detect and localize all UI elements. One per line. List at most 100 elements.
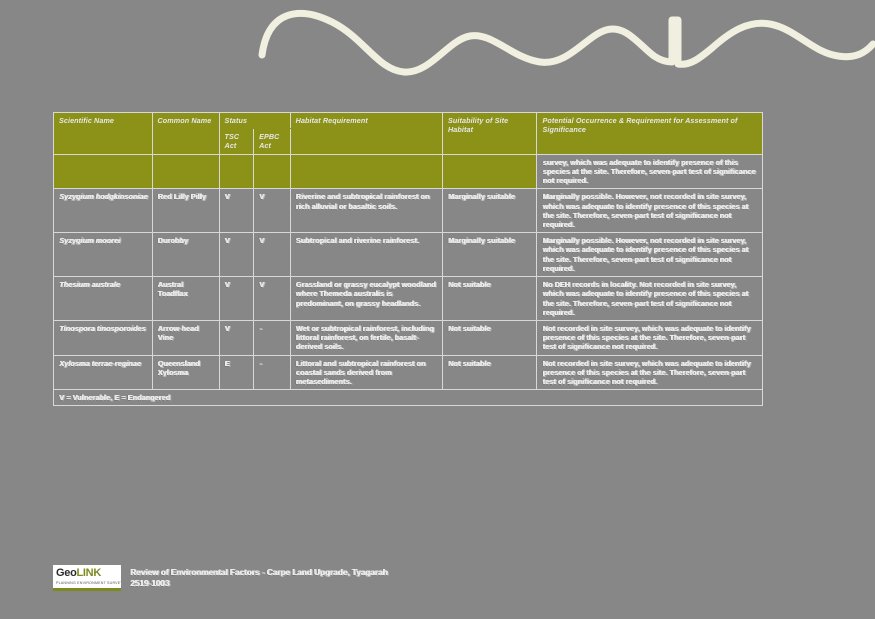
scientific-name-text: Tinospora tinosporoides bbox=[59, 323, 146, 333]
cell-potential-occurrence: No DEH records in locality. Not recorded… bbox=[536, 276, 763, 321]
suitability-text: Marginally suitable bbox=[448, 192, 515, 202]
cell-scientific-name: Thesium australe bbox=[53, 276, 153, 321]
cell-habitat-requirement: Grassland or grassy eucalypt woodland wh… bbox=[289, 276, 444, 321]
overflow-occurrence-text: survey, which was adequate to identify p… bbox=[542, 157, 756, 186]
overflow-cell-suitability bbox=[442, 154, 538, 190]
squiggle-wave-icon bbox=[258, 9, 875, 76]
scientific-name-text: Thesium australe bbox=[59, 280, 120, 290]
occurrence-text: Marginally possible. However, not record… bbox=[542, 192, 748, 229]
column-header-common-name: Common Name bbox=[151, 112, 220, 155]
cell-habitat-requirement: Wet or subtropical rainforest, including… bbox=[289, 319, 444, 356]
table-header: Scientific Name Common Name Status Habit… bbox=[53, 111, 763, 155]
tsc-status-text: V bbox=[224, 323, 230, 333]
cell-habitat-requirement: Littoral and subtropical rainforest on c… bbox=[289, 354, 444, 391]
table-row: Syzygium moorei Durobby V V Subtropical … bbox=[53, 232, 763, 278]
cell-suitability: Marginally suitable bbox=[442, 188, 538, 234]
epbc-status-text: V bbox=[259, 236, 264, 246]
geolink-logo: GeoLINK PLANNING ENVIRONMENT SURVEY DESI… bbox=[53, 565, 121, 591]
column-header-habitat-requirement: Habitat Requirement bbox=[289, 112, 444, 155]
overflow-cell-scientific-name bbox=[53, 154, 153, 190]
column-header-epbc-act: EPBC Act bbox=[253, 128, 291, 155]
column-header-tsc-act: TSC Act bbox=[218, 128, 255, 155]
cell-habitat-requirement: Subtropical and riverine rainforest. bbox=[289, 232, 444, 278]
cell-scientific-name: Xylosma terrae-reginae bbox=[53, 354, 153, 391]
logo-tagline: PLANNING ENVIRONMENT SURVEY DESIGN bbox=[56, 581, 121, 585]
epbc-status-text: V bbox=[259, 192, 264, 202]
common-name-text: Austral Toadflax bbox=[157, 280, 188, 299]
habitat-text: Grassland or grassy eucalypt woodland wh… bbox=[295, 280, 436, 308]
common-name-text: Arrow-head Vine bbox=[157, 323, 199, 343]
cell-common-name: Red Lilly Pilly bbox=[151, 188, 220, 234]
cell-footnote: V = Vulnerable, E = Endangered bbox=[53, 389, 763, 407]
cell-epbc-act: V bbox=[253, 232, 291, 278]
cell-tsc-act: V bbox=[218, 232, 255, 278]
table-row-overflow: survey, which was adequate to identify p… bbox=[53, 154, 763, 190]
species-assessment-table-container: Scientific Name Common Name Status Habit… bbox=[53, 111, 763, 407]
suitability-text: Not suitable bbox=[448, 358, 491, 368]
cell-suitability: Marginally suitable bbox=[442, 232, 538, 278]
scientific-name-text: Xylosma terrae-reginae bbox=[59, 358, 141, 368]
cell-potential-occurrence: Marginally possible. However, not record… bbox=[536, 232, 763, 278]
occurrence-text: Marginally possible. However, not record… bbox=[542, 236, 748, 273]
epbc-status-text: - bbox=[259, 358, 262, 368]
common-name-text: Red Lilly Pilly bbox=[157, 192, 206, 202]
common-name-text: Queensland Xylosma bbox=[157, 358, 200, 377]
overflow-cell-common-name bbox=[151, 154, 220, 190]
scientific-name-text: Syzygium moorei bbox=[59, 236, 121, 246]
habitat-text: Littoral and subtropical rainforest on c… bbox=[295, 358, 426, 387]
cell-tsc-act: V bbox=[218, 319, 255, 356]
column-header-scientific-name: Scientific Name bbox=[53, 112, 153, 155]
overflow-cell-habitat bbox=[289, 154, 444, 190]
cell-scientific-name: Tinospora tinosporoides bbox=[53, 319, 153, 356]
species-assessment-table: Scientific Name Common Name Status Habit… bbox=[53, 111, 763, 407]
cell-common-name: Arrow-head Vine bbox=[151, 319, 220, 356]
cell-common-name: Durobby bbox=[151, 232, 220, 278]
column-header-potential-occurrence: Potential Occurrence & Requirement for A… bbox=[536, 112, 763, 155]
occurrence-text: No DEH records in locality. Not recorded… bbox=[542, 280, 748, 317]
common-name-text: Durobby bbox=[157, 236, 188, 246]
table-row: Syzygium hodgkinsoniae Red Lilly Pilly V… bbox=[53, 188, 763, 234]
overflow-cell-tsc-act bbox=[218, 154, 255, 190]
column-header-status: Status bbox=[218, 111, 291, 130]
tsc-status-text: V bbox=[224, 236, 230, 246]
cell-epbc-act: - bbox=[253, 319, 291, 356]
cell-tsc-act: E bbox=[218, 354, 255, 391]
footnote-text: V = Vulnerable, E = Endangered bbox=[59, 393, 170, 403]
scientific-name-text: Syzygium hodgkinsoniae bbox=[59, 192, 148, 202]
page-footer: GeoLINK PLANNING ENVIRONMENT SURVEY DESI… bbox=[53, 565, 813, 591]
cell-habitat-requirement: Riverine and subtropical rainforest on r… bbox=[289, 188, 444, 234]
table-footnote-row: V = Vulnerable, E = Endangered bbox=[53, 389, 763, 407]
cell-tsc-act: V bbox=[218, 276, 255, 321]
cell-potential-occurrence: Marginally possible. However, not record… bbox=[536, 188, 763, 234]
cell-epbc-act: - bbox=[253, 354, 291, 391]
logo-geo-text: Geo bbox=[56, 567, 77, 579]
footer-document-title: Review of Environmental Factors - Carpe … bbox=[130, 565, 387, 589]
logo-wordmark: GeoLINK bbox=[56, 567, 101, 579]
cell-common-name: Queensland Xylosma bbox=[151, 354, 220, 391]
suitability-text: Marginally suitable bbox=[448, 236, 515, 246]
overflow-cell-epbc-act bbox=[253, 154, 291, 190]
decorative-squiggle-banner bbox=[0, 0, 875, 100]
suitability-text: Not suitable bbox=[448, 323, 491, 333]
table-body: survey, which was adequate to identify p… bbox=[53, 154, 763, 407]
cell-potential-occurrence: Not recorded in site survey, which was a… bbox=[536, 319, 763, 356]
tsc-status-text: E bbox=[224, 358, 230, 368]
cell-suitability: Not suitable bbox=[442, 354, 538, 391]
tsc-status-text: V bbox=[224, 280, 230, 290]
tsc-status-text: V bbox=[224, 192, 230, 202]
epbc-status-text: - bbox=[259, 323, 262, 333]
cell-scientific-name: Syzygium hodgkinsoniae bbox=[53, 188, 153, 234]
cell-scientific-name: Syzygium moorei bbox=[53, 232, 153, 278]
habitat-text: Riverine and subtropical rainforest on r… bbox=[295, 192, 430, 211]
logo-accent-bar bbox=[53, 588, 121, 591]
cell-potential-occurrence: Not recorded in site survey, which was a… bbox=[536, 354, 763, 391]
footer-title-line-2: 2519-1003 bbox=[130, 579, 170, 589]
table-row: Xylosma terrae-reginae Queensland Xylosm… bbox=[53, 354, 763, 391]
cell-suitability: Not suitable bbox=[442, 319, 538, 356]
occurrence-text: Not recorded in site survey, which was a… bbox=[542, 358, 751, 387]
table-header-row-main: Scientific Name Common Name Status Habit… bbox=[53, 111, 763, 155]
habitat-text: Subtropical and riverine rainforest. bbox=[295, 236, 419, 246]
footer-title-line-1: Review of Environmental Factors - Carpe … bbox=[130, 568, 388, 577]
occurrence-text: Not recorded in site survey, which was a… bbox=[542, 323, 751, 352]
cell-common-name: Austral Toadflax bbox=[151, 276, 220, 321]
